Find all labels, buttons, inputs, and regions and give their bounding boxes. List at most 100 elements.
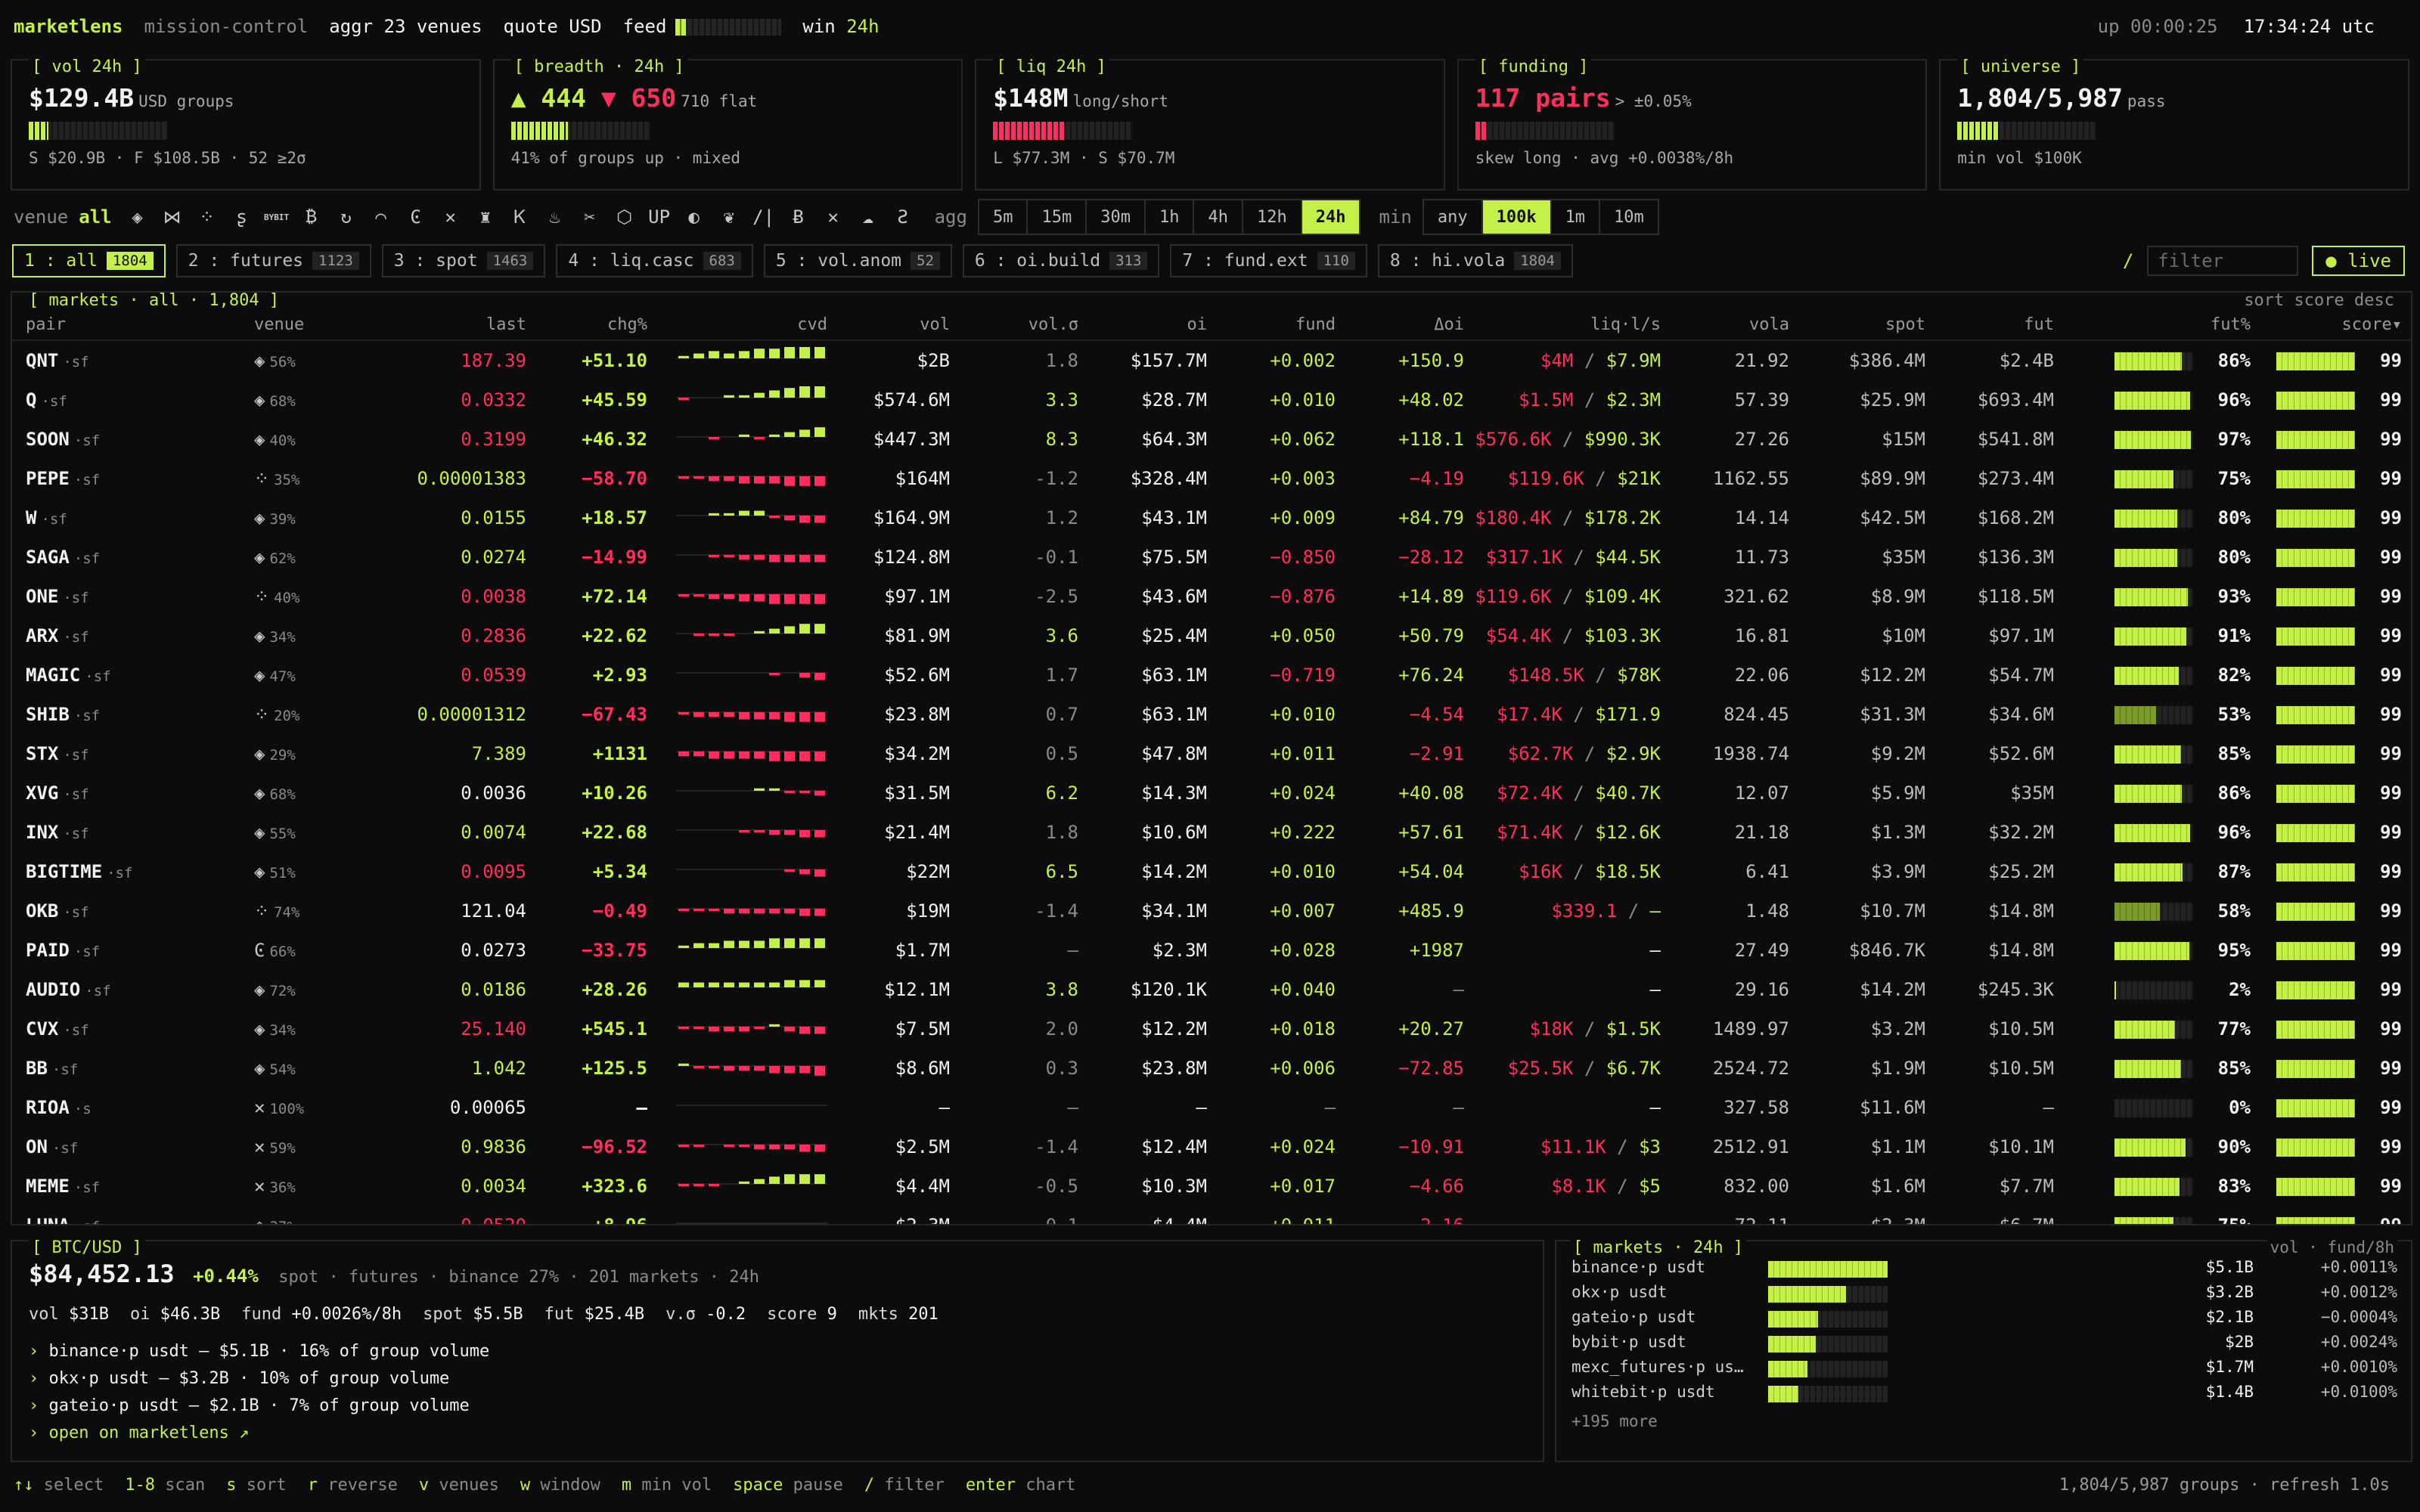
coinbase-icon[interactable]: ↻ xyxy=(331,202,361,232)
live-toggle[interactable]: ● live xyxy=(2312,246,2405,276)
table-row[interactable]: BB ·sf ◈ 54% 1.042 +125.5 $8.6M 0.3 $23.8M +0.006… xyxy=(12,1049,2411,1088)
bitcoin-icon[interactable]: ₿ xyxy=(296,202,327,232)
agg-option-24h[interactable]: 24h xyxy=(1302,200,1360,234)
venue-share-link[interactable]: › okx·p usdt — $3.2B · 10% of group volu… xyxy=(29,1365,489,1393)
market-row[interactable]: mexc_futures·p us… $1.7M +0.0010% xyxy=(1571,1358,2397,1383)
market-row[interactable]: gateio·p usdt $2.1B −0.0004% xyxy=(1571,1308,2397,1333)
table-row[interactable]: ARX ·sf ◈ 34% 0.2836 +22.62 $81.9M 3.6 $25.4M +0.… xyxy=(12,616,2411,655)
dydx-icon[interactable]: /| xyxy=(749,202,779,232)
okx-icon[interactable]: ⋈ xyxy=(157,202,188,232)
scan-tab[interactable]: 8 : hi.vola 1804 xyxy=(1377,244,1573,277)
agg-option-12h[interactable]: 12h xyxy=(1243,200,1302,234)
x-icon[interactable]: ✕ xyxy=(818,202,849,232)
more-markets-link[interactable]: +195 more xyxy=(1571,1412,1658,1430)
min-option-any[interactable]: any xyxy=(1424,200,1483,234)
column-header[interactable]: fund xyxy=(1215,315,1336,334)
table-row[interactable]: SHIB ·sf ⁘ 20% 0.00001312 −67.43 $23.8M 0.7 $63.… xyxy=(12,695,2411,734)
market-row[interactable]: bybit·p usdt $2B +0.0024% xyxy=(1571,1333,2397,1358)
column-header[interactable]: venue xyxy=(254,315,375,334)
bitfinex-icon[interactable]: ⬡ xyxy=(610,202,640,232)
venue-share: 55% xyxy=(269,826,296,842)
kucoin-icon[interactable]: Ꮶ xyxy=(505,202,535,232)
table-row[interactable]: PEPE ·sf ⁘ 35% 0.00001383 −58.70 $164M -1.2 $328… xyxy=(12,459,2411,498)
scan-tab[interactable]: 5 : vol.anom 52 xyxy=(763,244,952,277)
mexc-icon[interactable]: ✕ xyxy=(436,202,466,232)
bitget-icon[interactable]: ʂ xyxy=(227,202,257,232)
filter-input[interactable]: filter xyxy=(2147,246,2299,276)
htx-icon[interactable]: ✂ xyxy=(575,202,605,232)
table-row[interactable]: MEME ·sf ✕ 36% 0.0034 +323.6 $4.4M -0.5 $10.3M +0… xyxy=(12,1167,2411,1206)
pair-suffix: ·sf xyxy=(74,1219,100,1224)
open-external-link[interactable]: › open on marketlens ↗ xyxy=(29,1420,489,1447)
bybit-icon[interactable]: BYBIT xyxy=(262,202,292,232)
table-row[interactable]: STX ·sf ◈ 29% 7.389 +1131 $34.2M 0.5 $47.8M +0.01… xyxy=(12,734,2411,773)
min-option-1m[interactable]: 1m xyxy=(1552,200,1601,234)
column-header[interactable]: Δoi xyxy=(1343,315,1464,334)
column-header[interactable]: last xyxy=(390,315,526,334)
agg-option-4h[interactable]: 4h xyxy=(1194,200,1243,234)
table-row[interactable]: CVX ·sf ◈ 34% 25.140 +545.1 $7.5M 2.0 $12.2M +0.0… xyxy=(12,1009,2411,1049)
column-header[interactable]: chg% xyxy=(534,315,647,334)
column-header[interactable]: fut% xyxy=(2099,315,2251,334)
table-row[interactable]: XVG ·sf ◈ 68% 0.0036 +10.26 $31.5M 6.2 $14.3M +0.… xyxy=(12,773,2411,813)
pie-icon[interactable]: ◐ xyxy=(679,202,709,232)
agg-option-1h[interactable]: 1h xyxy=(1146,200,1195,234)
column-header[interactable]: score▾ xyxy=(2258,315,2402,334)
hyperliquid-icon[interactable]: ♜ xyxy=(470,202,501,232)
column-header[interactable]: vola xyxy=(1676,315,1789,334)
table-row[interactable]: BIGTIME ·sf ◈ 51% 0.0095 +5.34 $22M 6.5 $14.2M +0… xyxy=(12,852,2411,891)
scan-tab[interactable]: 4 : liq.casc 683 xyxy=(556,244,753,277)
table-row[interactable]: SOON ·sf ◈ 40% 0.3199 +46.32 $447.3M 8.3 $64.3M +… xyxy=(12,420,2411,459)
column-header[interactable]: pair xyxy=(26,315,237,334)
agg-option-15m[interactable]: 15m xyxy=(1028,200,1087,234)
agg-option-5m[interactable]: 5m xyxy=(979,200,1028,234)
table-row[interactable]: W ·sf ◈ 39% 0.0155 +18.57 $164.9M 1.2 $43.1M +0.0… xyxy=(12,498,2411,538)
column-header[interactable]: oi xyxy=(1086,315,1208,334)
column-header[interactable]: fut xyxy=(1933,315,2054,334)
gateio-icon[interactable]: ⁘ xyxy=(192,202,222,232)
column-header[interactable]: vol.σ xyxy=(965,315,1078,334)
table-row[interactable]: ONE ·sf ⁘ 40% 0.0038 +72.14 $97.1M -2.5 $43.6M −0… xyxy=(12,577,2411,616)
futures-share-pct: 90% xyxy=(2217,1136,2251,1157)
scan-tab[interactable]: 1 : all 1804 xyxy=(12,244,166,277)
sort-indicator[interactable]: sort score desc xyxy=(2241,293,2397,310)
table-row[interactable]: AUDIO ·sf ◈ 72% 0.0186 +28.26 $12.1M 3.8 $120.1K… xyxy=(12,970,2411,1009)
market-row[interactable]: okx·p usdt $3.2B +0.0012% xyxy=(1571,1283,2397,1308)
market-row[interactable]: binance·p usdt $5.1B +0.0011% xyxy=(1571,1258,2397,1283)
column-header[interactable]: cvd xyxy=(669,315,827,334)
market-row[interactable]: whitebit·p usdt $1.4B +0.0100% xyxy=(1571,1383,2397,1408)
column-header[interactable]: vol xyxy=(836,315,950,334)
cloud-icon[interactable]: ☁ xyxy=(853,202,883,232)
column-header[interactable]: liq·l/s xyxy=(1472,315,1661,334)
binance-icon[interactable]: ◈ xyxy=(123,202,153,232)
venue-all-button[interactable]: all xyxy=(79,206,111,228)
agg-option-30m[interactable]: 30m xyxy=(1087,200,1146,234)
table-row[interactable]: INX ·sf ◈ 55% 0.0074 +22.68 $21.4M 1.8 $10.6M +0.… xyxy=(12,813,2411,852)
gemini-icon[interactable]: Ƨ xyxy=(888,202,918,232)
bithumb-icon[interactable]: Ƀ xyxy=(783,202,814,232)
venue-share-link[interactable]: › gateio·p usdt — $2.1B · 7% of group vo… xyxy=(29,1393,489,1420)
scan-tab[interactable]: 7 : fund.ext 110 xyxy=(1170,244,1367,277)
kraken-icon[interactable]: ⌒ xyxy=(366,202,396,232)
table-row[interactable]: ON ·sf ✕ 59% 0.9836 −96.52 $2.5M -1.4 $12.4M +0.0… xyxy=(12,1127,2411,1167)
table-row[interactable]: QNT ·sf ◈ 56% 187.39 +51.10 $2B 1.8 $157.7M +0.00… xyxy=(12,341,2411,380)
scan-tab[interactable]: 6 : oi.build 313 xyxy=(962,244,1160,277)
scan-tab[interactable]: 2 : futures 1123 xyxy=(175,244,371,277)
table-row[interactable]: LUNA ·sf ◈ 37% 0.0520 +8.96 $2.3M 0.1 $4.4M +0.01… xyxy=(12,1206,2411,1224)
table-row[interactable]: OKB ·sf ⁘ 74% 121.04 −0.49 $19M -1.4 $34.1M +0.00… xyxy=(12,891,2411,931)
universe-card: [ universe ] 1,804/5,987 pass min vol $10… xyxy=(1939,57,2409,191)
leaf-icon[interactable]: ❦ xyxy=(714,202,744,232)
venue-share-link[interactable]: › binance·p usdt — $5.1B · 16% of group … xyxy=(29,1338,489,1365)
min-option-100k[interactable]: 100k xyxy=(1482,200,1552,234)
table-row[interactable]: RIOA ·s ✕ 100% 0.00065 — — — — — — — 327.58 $11.6M — 0%… xyxy=(12,1088,2411,1127)
min-option-10m[interactable]: 10m xyxy=(1600,200,1658,234)
scan-tab[interactable]: 3 : spot 1463 xyxy=(381,244,546,277)
cex-icon[interactable]: Ͼ xyxy=(401,202,431,232)
table-row[interactable]: SAGA ·sf ◈ 62% 0.0274 −14.99 $124.8M -0.1 $75.5M… xyxy=(12,538,2411,577)
upbit-icon[interactable]: UP xyxy=(644,202,675,232)
table-row[interactable]: PAID ·sf Ͼ 66% 0.0273 −33.75 $1.7M — $2.3M +0.028… xyxy=(12,931,2411,970)
column-header[interactable]: spot xyxy=(1804,315,1925,334)
flame-icon[interactable]: ♨ xyxy=(540,202,570,232)
table-row[interactable]: MAGIC ·sf ◈ 47% 0.0539 +2.93 $52.6M 1.7 $63.1M −0… xyxy=(12,655,2411,695)
table-row[interactable]: Q ·sf ◈ 68% 0.0332 +45.59 $574.6M 3.3 $28.7M +0.0… xyxy=(12,380,2411,420)
